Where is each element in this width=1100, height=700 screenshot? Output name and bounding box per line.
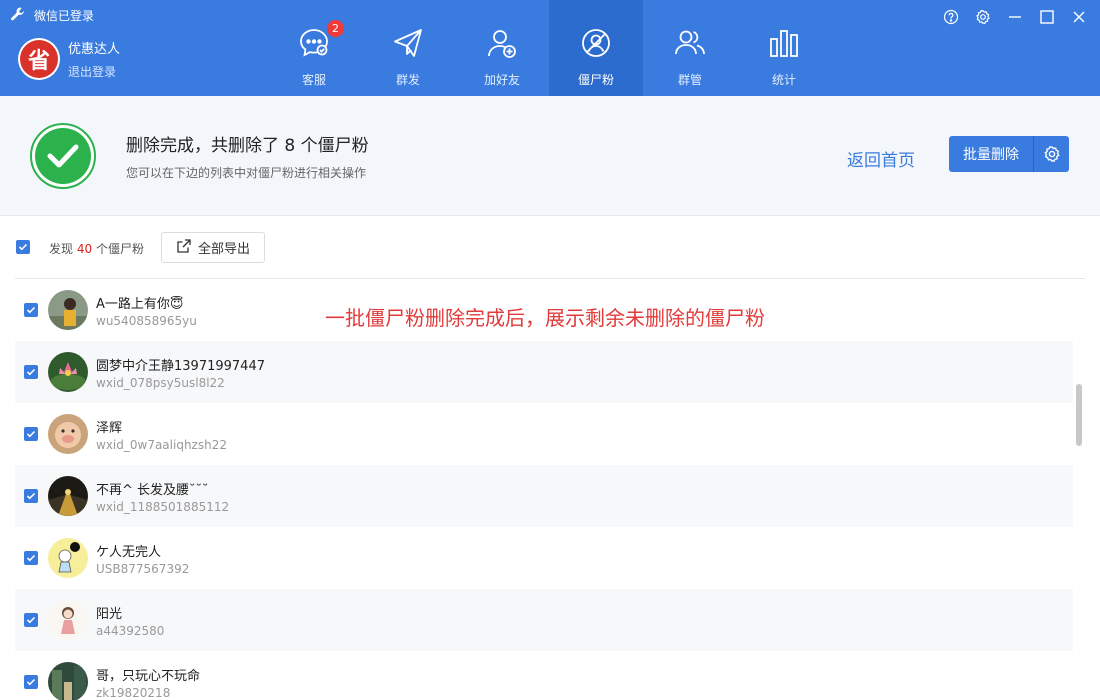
group-icon bbox=[673, 26, 707, 71]
nav-tab-customer-service[interactable]: 客服 2 bbox=[267, 0, 361, 96]
result-title: 删除完成，共删除了 8 个僵尸粉 bbox=[126, 136, 369, 156]
avatar bbox=[48, 290, 88, 330]
window-controls bbox=[940, 6, 1090, 28]
contact-wxid: a44392580 bbox=[96, 624, 165, 638]
avatar bbox=[48, 662, 88, 700]
app-title: 微信已登录 bbox=[34, 9, 95, 23]
profile-avatar: 省 bbox=[18, 38, 60, 80]
batch-settings-icon[interactable] bbox=[1033, 136, 1069, 172]
back-home-link[interactable]: 返回首页 bbox=[847, 146, 915, 171]
maximize-icon[interactable] bbox=[1036, 6, 1058, 28]
stats-icon bbox=[767, 26, 801, 71]
contact-wxid: wu540858965yu bbox=[96, 314, 197, 328]
list-item[interactable]: 泽辉 wxid_0w7aaliqhzsh22 bbox=[15, 403, 1073, 465]
send-icon bbox=[391, 26, 425, 71]
help-icon[interactable] bbox=[940, 6, 962, 28]
profile-logo: 省 bbox=[20, 40, 58, 78]
nav-label: 加好友 bbox=[483, 73, 520, 87]
list-item[interactable]: 阳光 a44392580 bbox=[15, 589, 1073, 651]
row-checkbox[interactable] bbox=[24, 427, 38, 441]
main-nav: 客服 2 群发 加好友 僵尸粉 群管 统计 bbox=[267, 0, 831, 96]
found-suffix: 个僵尸粉 bbox=[95, 242, 144, 256]
minimize-icon[interactable] bbox=[1004, 6, 1026, 28]
zombie-fan-icon bbox=[579, 26, 613, 71]
nav-label: 客服 bbox=[301, 73, 326, 87]
row-checkbox[interactable] bbox=[24, 613, 38, 627]
logout-link[interactable]: 退出登录 bbox=[68, 63, 120, 80]
row-checkbox[interactable] bbox=[24, 303, 38, 317]
list-toolbar: 发现 40 个僵尸粉 全部导出 bbox=[0, 216, 1100, 278]
avatar bbox=[48, 352, 88, 392]
contact-wxid: wxid_0w7aaliqhzsh22 bbox=[96, 438, 227, 452]
avatar bbox=[48, 600, 88, 640]
contact-name: 哥，只玩心不玩命 bbox=[96, 669, 201, 684]
contact-wxid: USB877567392 bbox=[96, 562, 190, 576]
row-checkbox[interactable] bbox=[24, 551, 38, 565]
avatar bbox=[48, 476, 88, 516]
app-header: 微信已登录 省 优惠达人 退出登录 客服 2 群发 加好友 僵尸粉 群管 统计 bbox=[0, 0, 1100, 96]
add-user-icon bbox=[485, 26, 519, 71]
contact-name: A一路上有你😇 bbox=[96, 297, 184, 312]
export-icon bbox=[176, 238, 192, 258]
row-checkbox[interactable] bbox=[24, 675, 38, 689]
contact-name: 圆梦中介王静13971997447 bbox=[96, 359, 265, 374]
wrench-icon bbox=[10, 6, 26, 25]
annotation-note: 一批僵尸粉删除完成后，展示剩余未删除的僵尸粉 bbox=[325, 306, 765, 330]
app-title-bar: 微信已登录 bbox=[10, 6, 94, 25]
profile: 省 优惠达人 退出登录 bbox=[18, 38, 120, 80]
contact-name: ケ人无完人 bbox=[96, 545, 162, 560]
list-item[interactable]: 圆梦中介王静13971997447 wxid_078psy5usl8l22 bbox=[15, 341, 1073, 403]
nav-tab-add-friend[interactable]: 加好友 bbox=[455, 0, 549, 96]
export-all-button[interactable]: 全部导出 bbox=[161, 232, 265, 263]
nav-tab-statistics[interactable]: 统计 bbox=[737, 0, 831, 96]
list-item[interactable]: 哥，只玩心不玩命 zk19820218 bbox=[15, 651, 1073, 700]
settings-icon[interactable] bbox=[972, 6, 994, 28]
avatar bbox=[48, 538, 88, 578]
list-item[interactable]: ケ人无完人 USB877567392 bbox=[15, 527, 1073, 589]
nav-tab-mass-send[interactable]: 群发 bbox=[361, 0, 455, 96]
avatar bbox=[48, 414, 88, 454]
success-check-icon bbox=[30, 123, 96, 189]
contact-wxid: zk19820218 bbox=[96, 686, 171, 700]
batch-delete-button[interactable]: 批量删除 bbox=[949, 136, 1033, 172]
nav-label: 群发 bbox=[395, 73, 420, 87]
list-item[interactable]: 不再^ 长发及腰˘˘˘ wxid_1188501885112 bbox=[15, 465, 1073, 527]
nav-label: 僵尸粉 bbox=[577, 73, 614, 87]
contact-name: 不再^ 长发及腰˘˘˘ bbox=[96, 483, 209, 498]
chat-icon bbox=[297, 26, 331, 71]
batch-delete-group: 批量删除 bbox=[949, 136, 1069, 172]
found-summary: 发现 40 个僵尸粉 bbox=[49, 240, 144, 257]
found-prefix: 发现 bbox=[49, 242, 74, 256]
contact-name: 泽辉 bbox=[96, 421, 123, 436]
nav-label: 统计 bbox=[771, 73, 796, 87]
list-scrollbar[interactable] bbox=[1076, 384, 1082, 446]
found-count: 40 bbox=[76, 242, 93, 256]
nav-label: 群管 bbox=[677, 73, 702, 87]
close-icon[interactable] bbox=[1068, 6, 1090, 28]
export-label: 全部导出 bbox=[197, 242, 250, 257]
contact-name: 阳光 bbox=[96, 607, 123, 622]
zombie-fan-list: A一路上有你😇 wu540858965yu 圆梦中介王静13971997447 … bbox=[15, 279, 1073, 700]
row-checkbox[interactable] bbox=[24, 489, 38, 503]
select-all-checkbox[interactable] bbox=[16, 240, 30, 254]
contact-wxid: wxid_1188501885112 bbox=[96, 500, 230, 514]
nav-tab-group-manage[interactable]: 群管 bbox=[643, 0, 737, 96]
result-subtitle: 您可以在下边的列表中对僵尸粉进行相关操作 bbox=[126, 166, 367, 180]
profile-name: 优惠达人 bbox=[68, 42, 121, 57]
contact-wxid: wxid_078psy5usl8l22 bbox=[96, 376, 225, 390]
nav-tab-zombie-fans[interactable]: 僵尸粉 bbox=[549, 0, 643, 96]
row-checkbox[interactable] bbox=[24, 365, 38, 379]
result-banner: 删除完成，共删除了 8 个僵尸粉 您可以在下边的列表中对僵尸粉进行相关操作 返回… bbox=[0, 96, 1100, 216]
unread-badge: 2 bbox=[327, 20, 344, 37]
